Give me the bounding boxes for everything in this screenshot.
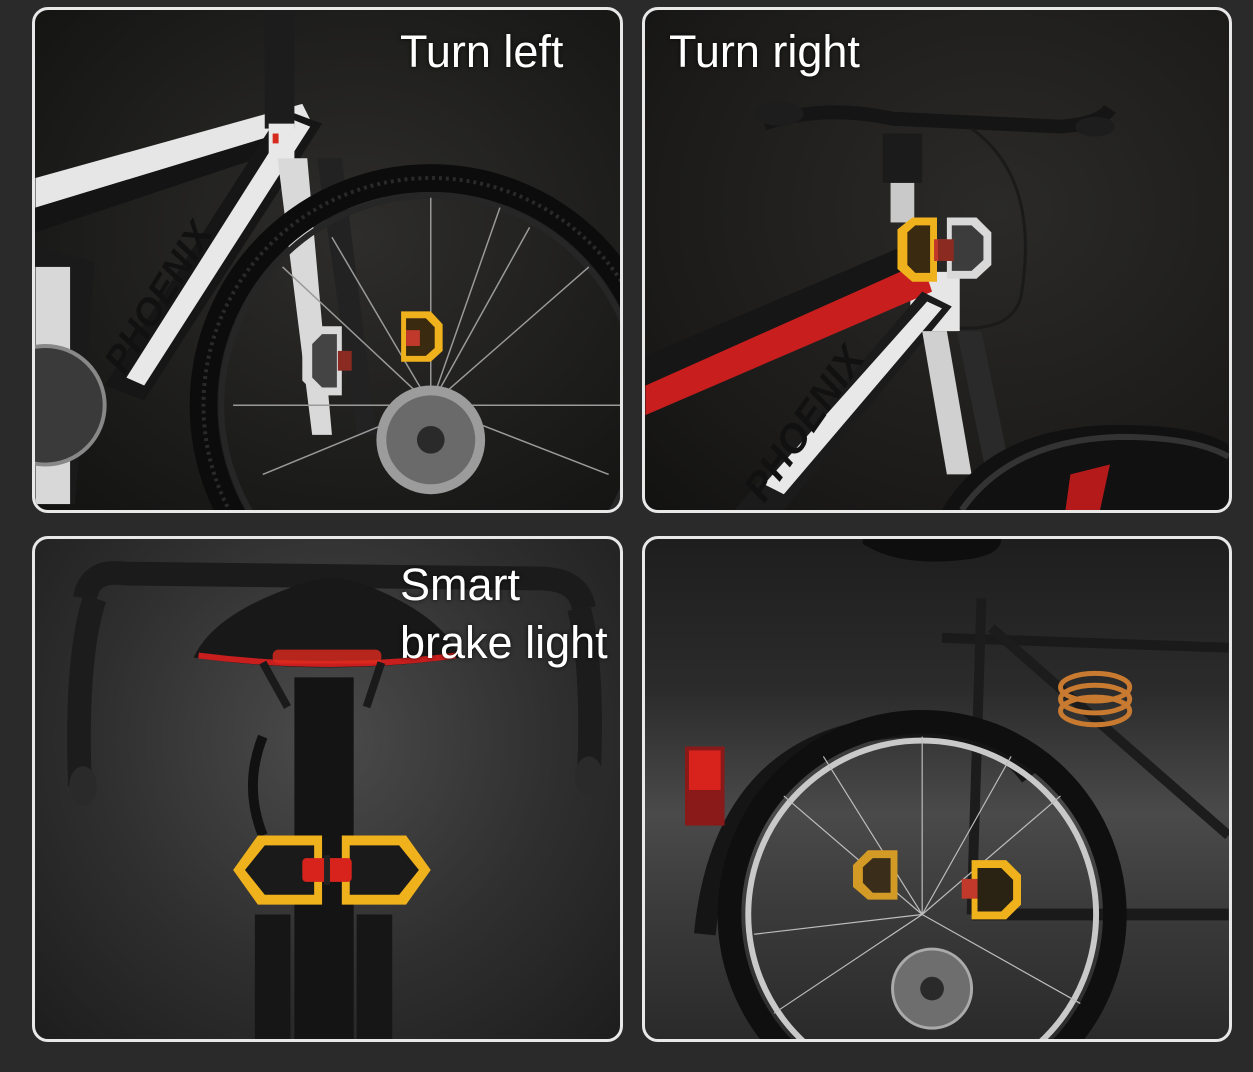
turn-right-bike-illustration: PHOENIX bbox=[645, 101, 1229, 510]
turn-right-label: Turn right bbox=[669, 26, 860, 77]
panel-smart-brake-light: Smart brake light bbox=[32, 536, 623, 1042]
panel-turn-right: PHOENIX Turn right bbox=[642, 7, 1232, 513]
amber-indicator-icon bbox=[853, 850, 898, 900]
white-indicator-icon bbox=[937, 217, 992, 279]
amber-indicator-icon bbox=[401, 311, 443, 362]
rear-wheel-bike-illustration bbox=[685, 539, 1229, 1039]
panel-turn-left: PHOENIX Turn left bbox=[32, 7, 623, 513]
smart-brake-light-label: Smart brake light bbox=[400, 559, 608, 668]
turn-left-label: Turn left bbox=[400, 26, 564, 77]
turn-left-bike-illustration: PHOENIX bbox=[35, 10, 620, 510]
panel-rear-wheel bbox=[642, 536, 1232, 1042]
